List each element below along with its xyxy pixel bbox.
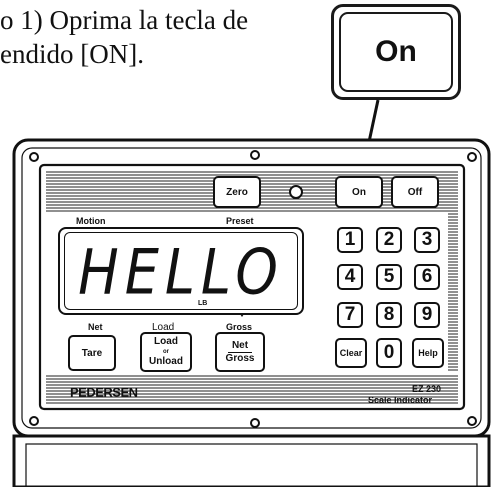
screw-top-right xyxy=(467,152,477,162)
key-6[interactable]: 6 xyxy=(414,264,440,290)
net-gross-button[interactable]: Net Gross xyxy=(215,332,265,372)
clear-button[interactable]: Clear xyxy=(335,338,367,368)
key-2[interactable]: 2 xyxy=(376,227,402,253)
key-3[interactable]: 3 xyxy=(414,227,440,253)
key-4[interactable]: 4 xyxy=(337,264,363,290)
key-8[interactable]: 8 xyxy=(376,302,402,328)
key-1[interactable]: 1 xyxy=(337,227,363,253)
model-number: EZ 230 xyxy=(412,384,442,394)
load-text: Load xyxy=(154,336,178,347)
model-description: Scale Indicator xyxy=(368,395,433,405)
tare-button[interactable]: Tare xyxy=(68,335,116,371)
key-5[interactable]: 5 xyxy=(376,264,402,290)
gross-label: Gross xyxy=(226,322,253,332)
unload-text: Unload xyxy=(149,356,183,367)
screw-bottom-left xyxy=(29,416,39,426)
brand-logo: PEDERSEN xyxy=(70,385,138,400)
net-text: Net xyxy=(227,340,253,353)
preset-label: Preset xyxy=(226,216,254,226)
on-button[interactable]: On xyxy=(335,176,383,208)
screw-bottom-center xyxy=(250,418,260,428)
screw-top-center xyxy=(250,150,260,160)
key-9[interactable]: 9 xyxy=(414,302,440,328)
load-unload-button[interactable]: Load or Unload xyxy=(140,332,192,372)
display-readout: HELLO xyxy=(78,236,284,309)
unit-label: LB xyxy=(198,300,208,307)
help-button[interactable]: Help xyxy=(412,338,444,368)
net-label: Net xyxy=(88,322,103,332)
screw-top-left xyxy=(29,152,39,162)
motion-label: Motion xyxy=(76,216,106,226)
off-button[interactable]: Off xyxy=(391,176,439,208)
key-0[interactable]: 0 xyxy=(376,338,402,368)
screw-bottom-right xyxy=(467,416,477,426)
gross-text: Gross xyxy=(225,352,255,364)
zero-button[interactable]: Zero xyxy=(213,176,261,208)
led-indicator xyxy=(289,185,303,199)
key-7[interactable]: 7 xyxy=(337,302,363,328)
